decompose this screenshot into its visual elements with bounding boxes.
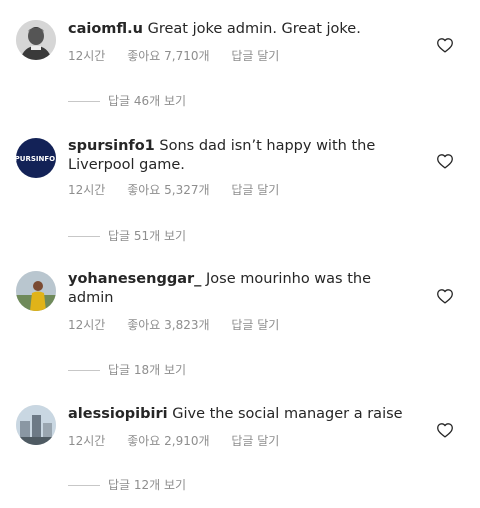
comment-meta: 12시간 좋아요 3,823개 답글 달기 <box>68 316 279 333</box>
avatar[interactable] <box>16 405 56 445</box>
comment-meta: 12시간 좋아요 5,327개 답글 달기 <box>68 181 279 198</box>
thread-line <box>68 101 100 102</box>
heart-outline-icon[interactable] <box>436 422 454 438</box>
view-replies-label: 답글 46개 보기 <box>108 94 187 108</box>
avatar[interactable]: SPURSINFO 1 <box>16 138 56 178</box>
reply-button[interactable]: 답글 달기 <box>231 181 279 198</box>
comment-time[interactable]: 12시간 <box>68 316 105 333</box>
view-replies-button[interactable]: 답글 51개 보기 <box>68 227 186 244</box>
thread-line <box>68 485 100 486</box>
avatar[interactable] <box>16 271 56 311</box>
comment-time[interactable]: 12시간 <box>68 432 105 449</box>
comment-text: alessiopibiri Give the social manager a … <box>68 405 408 424</box>
profile-photo-icon <box>16 405 56 445</box>
view-replies-button[interactable]: 답글 18개 보기 <box>68 361 186 378</box>
profile-photo-icon <box>16 20 56 60</box>
comment-text: yohanesenggar_ Jose mourinho was the adm… <box>68 270 408 308</box>
spurs-logo-icon: SPURSINFO 1 <box>16 138 56 178</box>
comment-username[interactable]: spursinfo1 <box>68 138 155 154</box>
heart-outline-icon[interactable] <box>436 288 454 304</box>
view-replies-button[interactable]: 답글 46개 보기 <box>68 92 186 109</box>
comment-body: Give the social manager a raise <box>172 406 403 422</box>
avatar[interactable] <box>16 20 56 60</box>
avatar-logo-text: SPURSINFO 1 <box>16 155 56 163</box>
comment-username[interactable]: alessiopibiri <box>68 406 168 422</box>
profile-photo-icon <box>16 271 56 311</box>
comment-text: caiomfl.u Great joke admin. Great joke. <box>68 20 408 39</box>
reply-button[interactable]: 답글 달기 <box>231 316 279 333</box>
comment-meta: 12시간 좋아요 7,710개 답글 달기 <box>68 47 279 64</box>
comment-time[interactable]: 12시간 <box>68 181 105 198</box>
heart-outline-icon[interactable] <box>436 153 454 169</box>
comment-likes[interactable]: 좋아요 7,710개 <box>127 47 209 64</box>
comment-body: Great joke admin. Great joke. <box>147 21 361 37</box>
view-replies-label: 답글 51개 보기 <box>108 229 187 243</box>
comment-likes[interactable]: 좋아요 3,823개 <box>127 316 209 333</box>
reply-button[interactable]: 답글 달기 <box>231 47 279 64</box>
view-replies-label: 답글 12개 보기 <box>108 478 187 492</box>
comment-likes[interactable]: 좋아요 2,910개 <box>127 432 209 449</box>
thread-line <box>68 236 100 237</box>
reply-button[interactable]: 답글 달기 <box>231 432 279 449</box>
comment-text: spursinfo1 Sons dad isn’t happy with the… <box>68 137 408 175</box>
thread-line <box>68 370 100 371</box>
comment-time[interactable]: 12시간 <box>68 47 105 64</box>
comment-meta: 12시간 좋아요 2,910개 답글 달기 <box>68 432 279 449</box>
comment-username[interactable]: caiomfl.u <box>68 21 143 37</box>
view-replies-label: 답글 18개 보기 <box>108 363 187 377</box>
view-replies-button[interactable]: 답글 12개 보기 <box>68 476 186 493</box>
comment-username[interactable]: yohanesenggar_ <box>68 271 201 287</box>
heart-outline-icon[interactable] <box>436 37 454 53</box>
comment-likes[interactable]: 좋아요 5,327개 <box>127 181 209 198</box>
